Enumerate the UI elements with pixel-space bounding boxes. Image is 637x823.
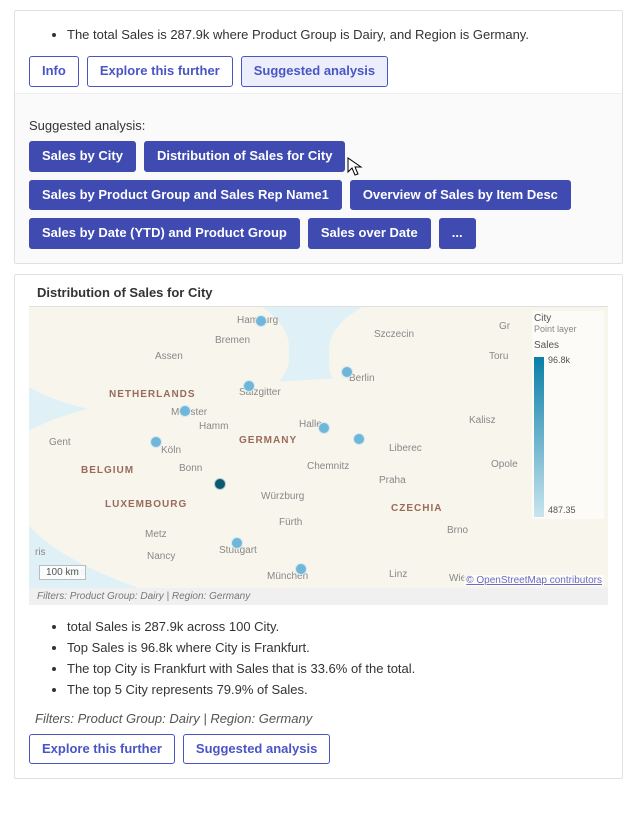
map-point[interactable] [341, 366, 353, 378]
country-label: NETHERLANDS [109, 389, 196, 400]
legend-layer-sub: Point layer [534, 324, 602, 334]
map-insight: The top City is Frankfurt with Sales tha… [67, 659, 608, 680]
city-label: Nancy [147, 551, 175, 562]
cursor-icon [347, 157, 363, 177]
city-label: Gent [49, 437, 71, 448]
legend-layer-title: City [534, 313, 602, 324]
legend-measure: Sales [534, 340, 602, 351]
city-label: Kalisz [469, 415, 496, 426]
city-label: Bremen [215, 335, 250, 346]
suggested-overview-item-desc[interactable]: Overview of Sales by Item Desc [350, 180, 571, 211]
city-label: Berlin [349, 373, 375, 384]
map-actions: Explore this further Suggested analysis [29, 734, 608, 765]
city-label: Hamm [199, 421, 228, 432]
insight-bullets: The total Sales is 287.9k where Product … [29, 25, 608, 46]
city-label: Chemnitz [307, 461, 349, 472]
insight-panel: The total Sales is 287.9k where Product … [14, 10, 623, 264]
map-insight: total Sales is 287.9k across 100 City. [67, 617, 608, 638]
explore-further-button[interactable]: Explore this further [87, 56, 233, 87]
suggested-distribution-sales-city[interactable]: Distribution of Sales for City [144, 141, 346, 172]
map-insight: Top Sales is 96.8k where City is Frankfu… [67, 638, 608, 659]
city-label: Würzburg [261, 491, 304, 502]
legend-gradient [534, 357, 544, 517]
city-label: Szczecin [374, 329, 414, 340]
suggested-sales-date-ytd-group[interactable]: Sales by Date (YTD) and Product Group [29, 218, 300, 249]
city-label: Assen [155, 351, 183, 362]
map-visualization[interactable]: NETHERLANDS GERMANY BELGIUM LUXEMBOURG C… [29, 306, 608, 588]
city-label: Fürth [279, 517, 302, 528]
country-label: LUXEMBOURG [105, 499, 187, 510]
map-legend: City Point layer Sales 96.8k 487.35 [532, 311, 604, 519]
country-label: CZECHIA [391, 503, 442, 514]
city-label: Praha [379, 475, 406, 486]
suggested-row-3: Sales by Date (YTD) and Product Group Sa… [29, 218, 608, 249]
insight-actions: Info Explore this further Suggested anal… [29, 56, 608, 87]
suggested-sales-by-group-rep[interactable]: Sales by Product Group and Sales Rep Nam… [29, 180, 342, 211]
map-point-frankfurt[interactable] [214, 478, 226, 490]
map-point[interactable] [243, 380, 255, 392]
city-label: Köln [161, 445, 181, 456]
map-analysis-panel: Distribution of Sales for City NETHERLAN… [14, 274, 623, 779]
map-point[interactable] [318, 422, 330, 434]
map-point[interactable] [179, 405, 191, 417]
map-point[interactable] [295, 563, 307, 575]
insight-bullet: The total Sales is 287.9k where Product … [67, 25, 608, 46]
map-title: Distribution of Sales for City [29, 285, 608, 300]
map-insights: total Sales is 287.9k across 100 City. T… [29, 617, 608, 700]
map-scale: 100 km [39, 565, 86, 580]
map-point[interactable] [150, 436, 162, 448]
map-explore-further-button[interactable]: Explore this further [29, 734, 175, 765]
city-label: Toru [489, 351, 508, 362]
city-label: ris [35, 547, 46, 558]
suggested-row-1: Sales by City Distribution of Sales for … [29, 141, 608, 172]
country-label: BELGIUM [81, 465, 134, 476]
country-label: GERMANY [239, 435, 297, 446]
suggested-analysis-label: Suggested analysis: [29, 118, 608, 133]
osm-credit: © OpenStreetMap contributors [464, 575, 604, 586]
info-button[interactable]: Info [29, 56, 79, 87]
map-suggested-analysis-button[interactable]: Suggested analysis [183, 734, 330, 765]
suggested-sales-by-city[interactable]: Sales by City [29, 141, 136, 172]
city-label: Bonn [179, 463, 202, 474]
city-label: Gr [499, 321, 510, 332]
legend-max: 96.8k [548, 355, 576, 365]
city-label: Brno [447, 525, 468, 536]
suggested-row-2: Sales by Product Group and Sales Rep Nam… [29, 180, 608, 211]
city-label: Liberec [389, 443, 422, 454]
suggested-sales-over-date[interactable]: Sales over Date [308, 218, 431, 249]
suggested-analysis-button[interactable]: Suggested analysis [241, 56, 388, 87]
city-label: Opole [491, 459, 518, 470]
map-point[interactable] [255, 315, 267, 327]
city-label: Linz [389, 569, 407, 580]
legend-min: 487.35 [548, 505, 576, 515]
suggested-analysis-area: Suggested analysis: Sales by City Distri… [15, 93, 622, 264]
map-insight: The top 5 City represents 79.9% of Sales… [67, 680, 608, 701]
map-filters-line: Filters: Product Group: Dairy | Region: … [35, 711, 608, 726]
map-filters-strip: Filters: Product Group: Dairy | Region: … [29, 588, 608, 605]
suggested-more-button[interactable]: ... [439, 218, 476, 249]
osm-link[interactable]: OpenStreetMap contributors [476, 575, 602, 586]
map-point[interactable] [353, 433, 365, 445]
city-label: Metz [145, 529, 167, 540]
map-point[interactable] [231, 537, 243, 549]
